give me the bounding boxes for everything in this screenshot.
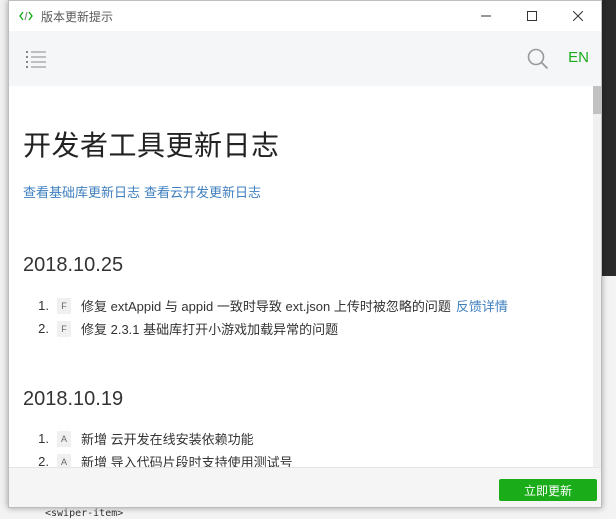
entry-text: 修复 extAppid 与 appid 一致时导致 ext.json 上传时被忽…	[81, 299, 451, 314]
close-icon	[573, 11, 583, 21]
scrollbar[interactable]	[593, 86, 601, 467]
add-tag: A	[57, 453, 71, 467]
feedback-detail-link[interactable]: 反馈详情	[456, 296, 508, 315]
list-number: 2.	[38, 454, 49, 467]
cloud-dev-changelog-link[interactable]: 查看云开发更新日志	[144, 185, 261, 200]
title-bar: 版本更新提示	[9, 1, 601, 31]
list-number: 1.	[38, 298, 49, 313]
list-number: 1.	[38, 431, 49, 446]
fix-tag: F	[57, 320, 71, 337]
base-library-changelog-link[interactable]: 查看基础库更新日志	[23, 185, 140, 200]
background-editor-left	[0, 0, 8, 519]
entry-text: 新增 云开发在线安装依赖功能	[81, 432, 254, 447]
list-item: 1. F 修复 extAppid 与 appid 一致时导致 ext.json …	[35, 296, 508, 315]
search-icon[interactable]	[527, 48, 549, 70]
add-tag: A	[57, 430, 71, 447]
code-brackets-icon	[19, 8, 35, 24]
related-links: 查看基础库更新日志 查看云开发更新日志	[23, 182, 265, 201]
entry-text: 修复 2.3.1 基础库打开小游戏加载异常的问题	[81, 322, 339, 337]
list-number: 2.	[38, 321, 49, 336]
background-editor-right-panel	[602, 276, 616, 519]
page-title: 开发者工具更新日志	[23, 129, 280, 162]
update-dialog: 版本更新提示 EN 开发者工具更新日志 查看基础库更新日志 查看云开发更新日志 …	[8, 0, 602, 508]
list-item: 2. F 修复 2.3.1 基础库打开小游戏加载异常的问题	[35, 319, 338, 338]
maximize-button[interactable]	[509, 1, 555, 31]
close-button[interactable]	[555, 1, 601, 31]
list-item: 1. A 新增 云开发在线安装依赖功能	[35, 429, 254, 448]
version-date: 2018.10.25	[23, 254, 124, 276]
maximize-icon	[527, 11, 537, 21]
minimize-button[interactable]	[463, 1, 509, 31]
language-toggle[interactable]: EN	[568, 49, 589, 66]
version-date: 2018.10.19	[23, 388, 124, 410]
changelog-content: 开发者工具更新日志 查看基础库更新日志 查看云开发更新日志 2018.10.25 …	[9, 86, 601, 467]
dialog-footer: 立即更新	[9, 467, 601, 507]
minimize-icon	[481, 15, 491, 17]
window-title: 版本更新提示	[41, 9, 114, 24]
menu-list-icon[interactable]	[25, 48, 47, 70]
fix-tag: F	[57, 297, 71, 314]
update-now-button[interactable]: 立即更新	[499, 479, 597, 501]
entry-text: 新增 导入代码片段时支持使用测试号	[81, 455, 293, 467]
background-code-line: <swiper-item>	[45, 508, 124, 519]
list-item: 2. A 新增 导入代码片段时支持使用测试号	[35, 452, 293, 467]
doc-toolbar: EN	[9, 31, 601, 86]
scrollbar-thumb[interactable]	[593, 86, 601, 114]
